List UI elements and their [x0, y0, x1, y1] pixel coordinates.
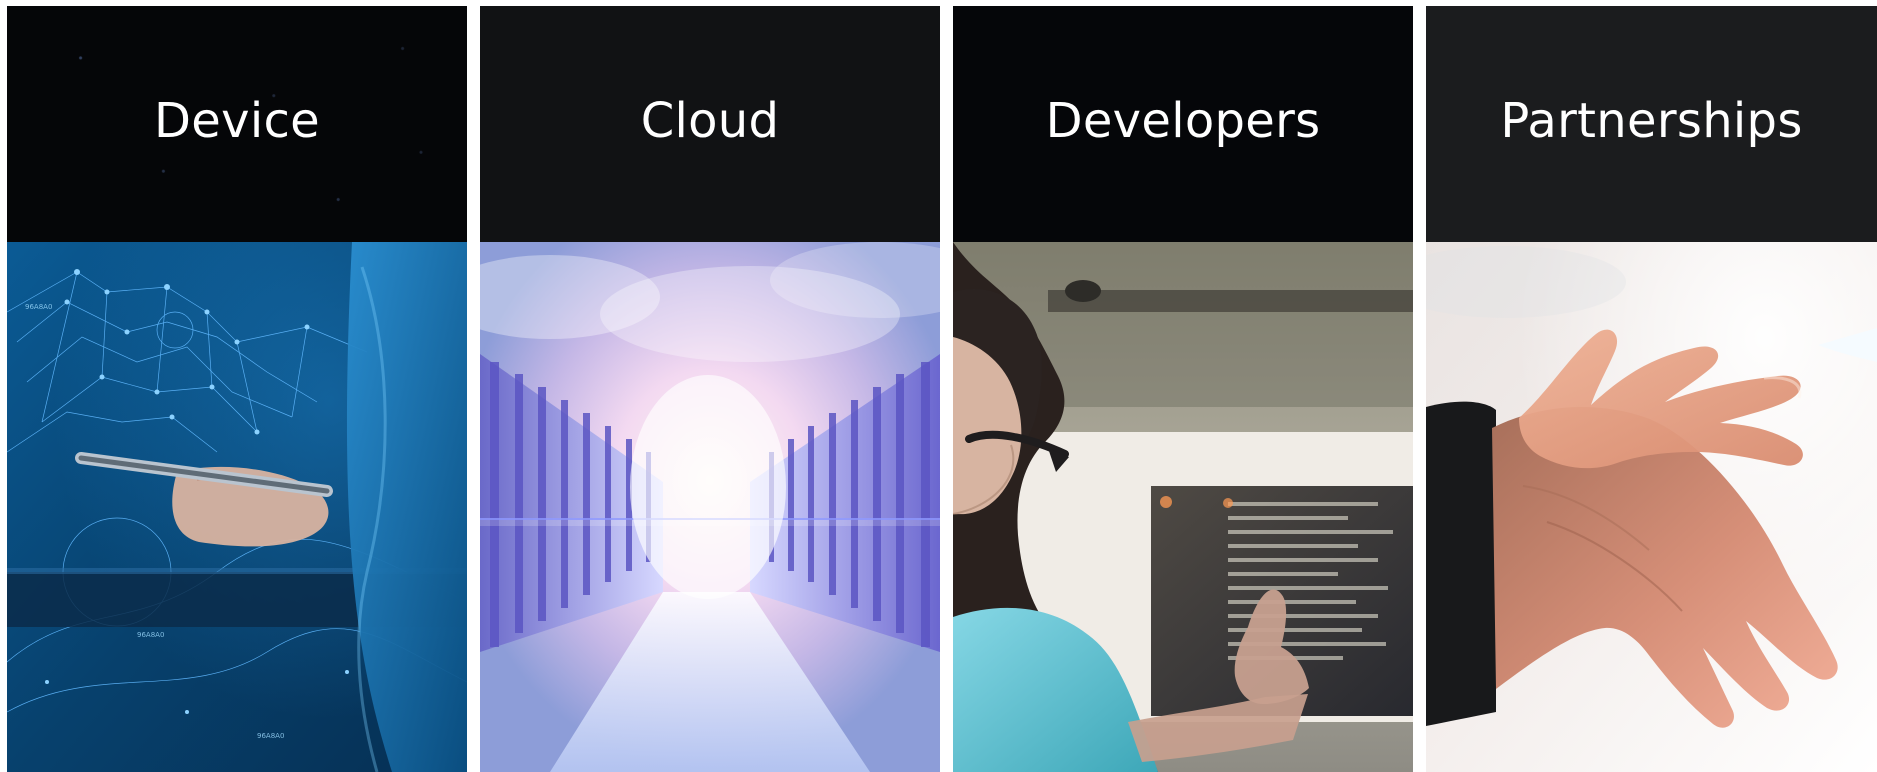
device-illustration: 96A8A0 96A8A0 96A8A0: [7, 242, 467, 772]
cloud-card-image: [480, 242, 940, 772]
developers-card-image: [953, 242, 1413, 772]
partnerships-card-title: Partnerships: [1500, 93, 1803, 149]
cloud-card-title: Cloud: [640, 93, 780, 149]
svg-text:96A8A0: 96A8A0: [25, 303, 52, 311]
developers-illustration: [953, 242, 1413, 772]
solution-cards-grid: Device 96A8A0 96A8A0 96A8A0 Cloud Develo…: [0, 0, 1877, 772]
device-card-title: Device: [154, 93, 320, 149]
svg-text:96A8A0: 96A8A0: [137, 631, 164, 639]
device-card[interactable]: Device 96A8A0 96A8A0 96A8A0: [7, 6, 467, 772]
partnerships-card-image: [1426, 242, 1877, 772]
developers-card-title: Developers: [1045, 93, 1321, 149]
developers-card[interactable]: Developers: [953, 6, 1413, 772]
partnerships-illustration: [1426, 242, 1877, 772]
cloud-illustration: [480, 242, 940, 772]
svg-text:96A8A0: 96A8A0: [257, 732, 284, 740]
device-card-header: Device: [7, 6, 467, 242]
device-card-image: 96A8A0 96A8A0 96A8A0: [7, 242, 467, 772]
partnerships-card-header: Partnerships: [1426, 6, 1877, 242]
developers-card-header: Developers: [953, 6, 1413, 242]
cloud-card[interactable]: Cloud: [480, 6, 940, 772]
partnerships-card[interactable]: Partnerships: [1426, 6, 1877, 772]
cloud-card-header: Cloud: [480, 6, 940, 242]
